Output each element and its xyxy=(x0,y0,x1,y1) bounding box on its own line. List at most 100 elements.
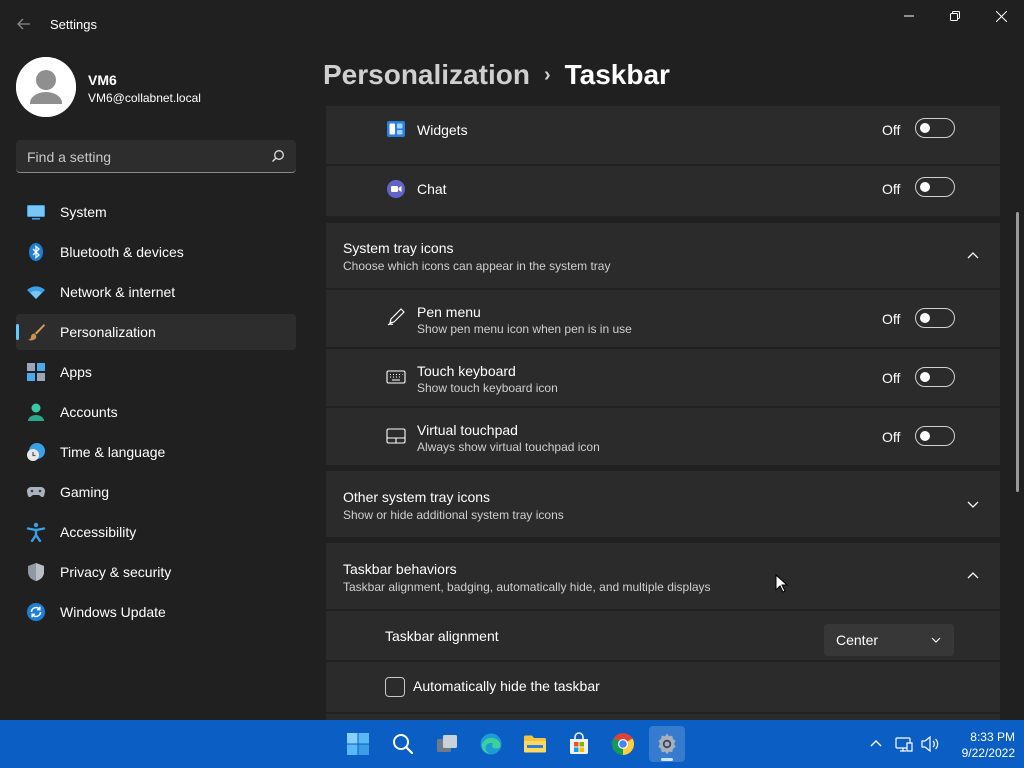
search-icon xyxy=(393,734,414,755)
autohide-row: Automatically hide the taskbar xyxy=(326,662,1000,712)
virtual-touchpad-toggle[interactable] xyxy=(915,426,955,446)
network-icon[interactable] xyxy=(894,734,914,754)
taskbar-behaviors-section-header[interactable]: Taskbar behaviors Taskbar alignment, bad… xyxy=(326,543,1000,609)
chat-label: Chat xyxy=(417,181,447,197)
sidebar-item-gaming[interactable]: Gaming xyxy=(16,474,296,510)
toggle-knob xyxy=(920,123,930,133)
wifi-icon xyxy=(27,286,45,299)
task-view-button[interactable] xyxy=(429,726,465,762)
autohide-checkbox[interactable] xyxy=(385,677,405,697)
touch-keyboard-title: Touch keyboard xyxy=(417,363,516,379)
system-tray-subtitle: Choose which icons can appear in the sys… xyxy=(343,259,611,273)
taskbar-alignment-dropdown[interactable]: Center xyxy=(824,624,954,656)
sidebar-item-network[interactable]: Network & internet xyxy=(16,274,296,310)
touch-keyboard-subtitle: Show touch keyboard icon xyxy=(417,381,558,395)
update-icon xyxy=(27,603,45,621)
taskbar-alignment-row: Taskbar alignment Center xyxy=(326,611,1000,660)
avatar[interactable] xyxy=(16,57,76,117)
virtual-touchpad-subtitle: Always show virtual touchpad icon xyxy=(417,440,600,454)
pen-menu-state: Off xyxy=(882,311,901,327)
chat-state: Off xyxy=(882,181,901,197)
toggle-knob xyxy=(920,313,930,323)
sidebar-item-personalization[interactable]: Personalization xyxy=(16,314,296,350)
sidebar-item-label: Accessibility xyxy=(60,524,137,540)
sidebar-item-label: Accounts xyxy=(60,404,118,420)
close-button[interactable] xyxy=(978,0,1024,32)
taskbar-clock[interactable]: 8:33 PM 9/22/2022 xyxy=(945,729,1015,761)
settings-content: Widgets Off Chat Off System tray icons C… xyxy=(326,106,1000,720)
shield-icon xyxy=(28,563,44,581)
sidebar-item-privacy-security[interactable]: Privacy & security xyxy=(16,554,296,590)
window-title: Settings xyxy=(50,17,97,32)
other-tray-subtitle: Show or hide additional system tray icon… xyxy=(343,508,564,522)
volume-icon[interactable] xyxy=(920,734,940,754)
clock-time: 8:33 PM xyxy=(970,730,1015,744)
edge-button[interactable] xyxy=(473,726,509,762)
clock-globe-icon xyxy=(27,443,45,461)
file-explorer-icon xyxy=(524,735,546,753)
gamepad-icon xyxy=(26,486,46,498)
other-tray-title: Other system tray icons xyxy=(343,489,491,505)
sidebar-item-label: System xyxy=(60,204,107,220)
chevron-up-icon[interactable] xyxy=(966,249,980,263)
minimize-icon xyxy=(904,15,914,17)
chat-icon xyxy=(387,180,405,198)
pen-menu-subtitle: Show pen menu icon when pen is in use xyxy=(417,322,632,336)
sidebar-item-accessibility[interactable]: Accessibility xyxy=(16,514,296,550)
chevron-up-icon[interactable] xyxy=(966,569,980,583)
content-scrollbar[interactable] xyxy=(1016,212,1019,492)
touch-keyboard-toggle[interactable] xyxy=(915,367,955,387)
sidebar-item-system[interactable]: System xyxy=(16,194,296,230)
widgets-toggle[interactable] xyxy=(915,118,955,138)
other-tray-section-header[interactable]: Other system tray icons Show or hide add… xyxy=(326,471,1000,537)
toggle-knob xyxy=(920,431,930,441)
sidebar-item-windows-update[interactable]: Windows Update xyxy=(16,594,296,630)
virtual-touchpad-row: Virtual touchpad Always show virtual tou… xyxy=(326,408,1000,465)
sidebar-item-label: Gaming xyxy=(60,484,110,500)
breadcrumb-parent[interactable]: Personalization xyxy=(323,59,530,90)
touch-keyboard-row: Touch keyboard Show touch keyboard icon … xyxy=(326,349,1000,406)
system-tray-title: System tray icons xyxy=(343,240,454,256)
chrome-icon xyxy=(612,733,634,755)
sidebar-item-label: Apps xyxy=(60,364,92,380)
close-icon xyxy=(995,10,1007,22)
search-input[interactable]: Find a setting xyxy=(16,140,296,173)
page-title: Taskbar xyxy=(564,59,670,90)
edge-icon xyxy=(480,733,502,755)
back-arrow-icon[interactable] xyxy=(14,14,34,34)
sidebar-item-time-language[interactable]: Time & language xyxy=(16,434,296,470)
sidebar-item-bluetooth[interactable]: Bluetooth & devices xyxy=(16,234,296,270)
autohide-label: Automatically hide the taskbar xyxy=(413,678,600,694)
store-icon xyxy=(570,732,588,754)
system-icon xyxy=(27,205,45,220)
settings-icon xyxy=(658,733,676,755)
search-placeholder: Find a setting xyxy=(27,149,112,165)
sidebar-item-accounts[interactable]: Accounts xyxy=(16,394,296,430)
file-explorer-button[interactable] xyxy=(517,726,553,762)
start-icon xyxy=(347,733,369,755)
task-view-icon xyxy=(437,735,457,752)
pen-icon xyxy=(387,308,405,326)
sidebar-item-apps[interactable]: Apps xyxy=(16,354,296,390)
minimize-button[interactable] xyxy=(886,0,932,32)
start-button[interactable] xyxy=(340,726,376,762)
sidebar-item-label: Network & internet xyxy=(60,284,176,300)
chrome-button[interactable] xyxy=(605,726,641,762)
widgets-icon xyxy=(387,121,405,137)
store-button[interactable] xyxy=(561,726,597,762)
chevron-up-icon[interactable] xyxy=(866,734,886,754)
system-tray-section-header[interactable]: System tray icons Choose which icons can… xyxy=(326,223,1000,288)
settings-taskbar-button[interactable] xyxy=(649,726,685,762)
taskbar-search-button[interactable] xyxy=(385,726,421,762)
sidebar-item-label: Windows Update xyxy=(60,604,166,620)
pen-menu-toggle[interactable] xyxy=(915,308,955,328)
touchpad-icon xyxy=(386,428,406,444)
chevron-down-icon xyxy=(931,637,941,643)
taskbar-alignment-label: Taskbar alignment xyxy=(385,628,499,644)
taskbar-alignment-value: Center xyxy=(836,632,879,648)
restore-icon xyxy=(950,11,960,21)
chevron-down-icon[interactable] xyxy=(966,497,980,511)
restore-button[interactable] xyxy=(932,0,978,32)
toggle-knob xyxy=(920,372,930,382)
chat-toggle[interactable] xyxy=(915,177,955,197)
